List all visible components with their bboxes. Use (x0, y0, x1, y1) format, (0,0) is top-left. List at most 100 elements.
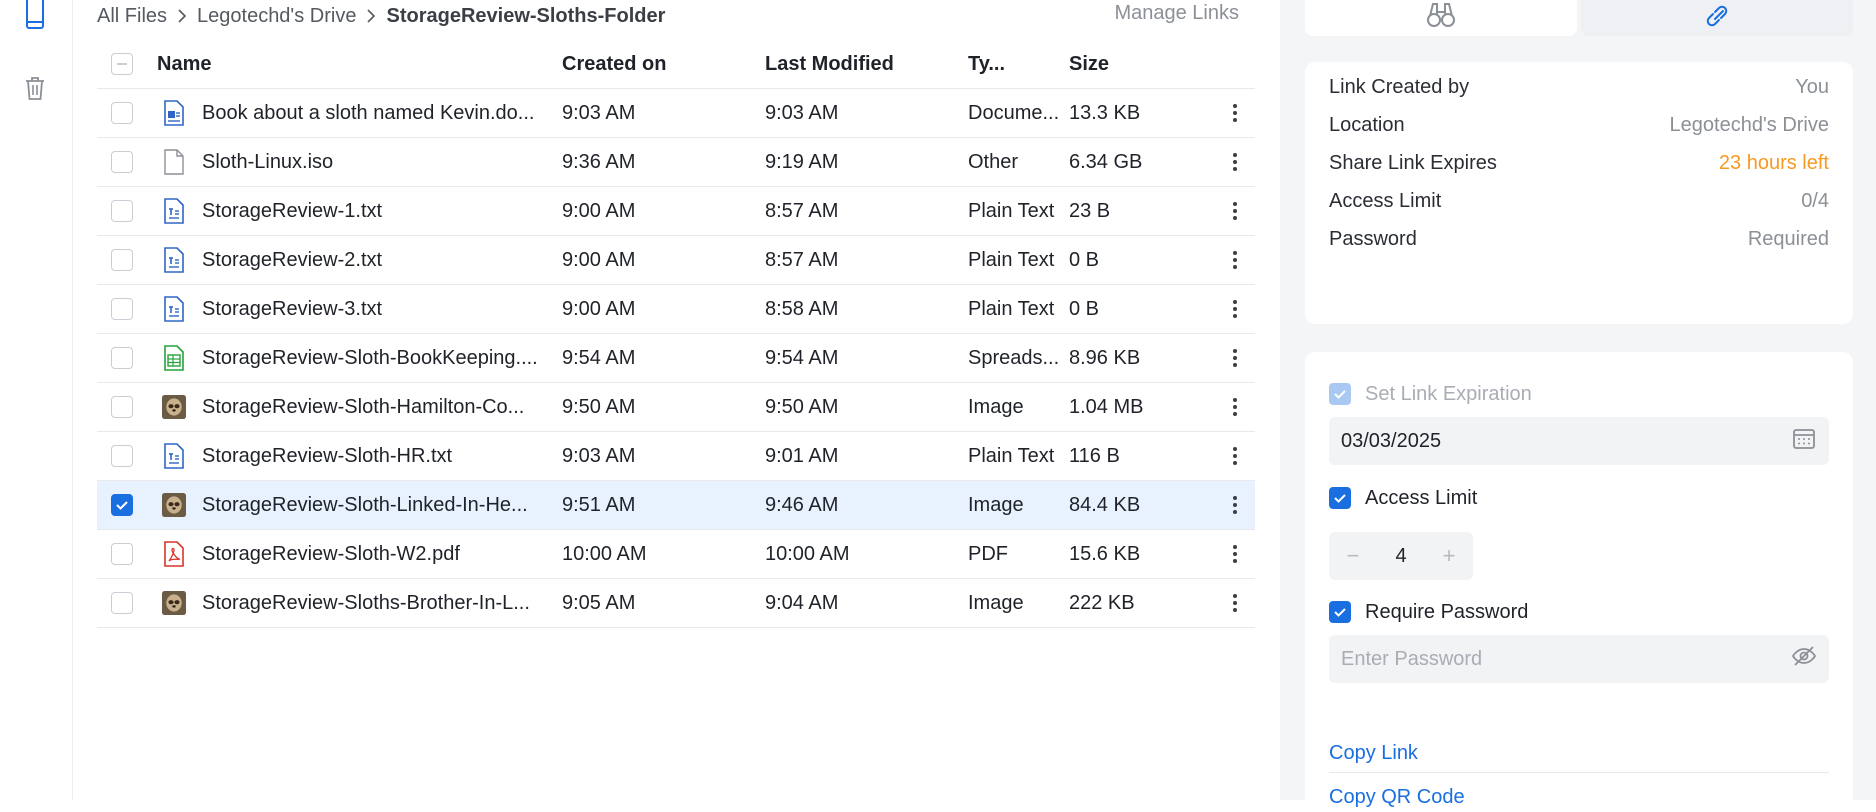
row-checkbox[interactable] (111, 89, 137, 137)
calendar-icon[interactable] (1791, 425, 1817, 457)
column-header-modified[interactable]: Last Modified (765, 40, 955, 88)
require-password-option: Require Password (1329, 597, 1528, 627)
text-file-icon (159, 285, 189, 333)
row-checkbox[interactable] (111, 481, 137, 529)
column-header-created[interactable]: Created on (562, 40, 752, 88)
file-name[interactable]: StorageReview-2.txt (202, 236, 542, 284)
row-checkbox[interactable] (111, 432, 137, 480)
row-checkbox[interactable] (111, 383, 137, 431)
file-size: 0 B (1069, 248, 1100, 271)
password-input[interactable]: Enter Password (1329, 635, 1829, 683)
row-checkbox[interactable] (111, 579, 137, 627)
file-name[interactable]: StorageReview-Sloth-BookKeeping.... (202, 334, 542, 382)
file-name[interactable]: StorageReview-Sloth-Linked-In-He... (202, 481, 542, 529)
breadcrumb-current-folder: StorageReview-Sloths-Folder (386, 4, 666, 27)
copy-qr-code-button[interactable]: Copy QR Code (1329, 786, 1465, 809)
expiration-date-value: 03/03/2025 (1341, 429, 1442, 452)
table-header: Name Created on Last Modified Ty... Size (97, 40, 1255, 89)
last-modified: 9:01 AM (765, 444, 839, 467)
info-label: Share Link Expires (1329, 151, 1497, 174)
link-info-card: Link Created by You Location Legotechd's… (1305, 62, 1853, 324)
table-row[interactable]: Book about a sloth named Kevin.do... 9:03… (97, 89, 1255, 138)
more-options-icon[interactable] (1225, 579, 1245, 627)
file-name[interactable]: Sloth-Linux.iso (202, 138, 542, 186)
row-checkbox[interactable] (111, 236, 137, 284)
tab-share-link[interactable] (1581, 0, 1853, 36)
file-type: Plain Text (968, 297, 1055, 320)
share-link-panel: Link Created by You Location Legotechd's… (1280, 0, 1876, 812)
created-on: 9:05 AM (562, 591, 636, 614)
row-checkbox[interactable] (111, 285, 137, 333)
row-checkbox[interactable] (111, 138, 137, 186)
table-row[interactable]: StorageReview-Sloth-HR.txt 9:03 AM 9:01 AM… (97, 432, 1255, 481)
table-row[interactable]: StorageReview-2.txt 9:00 AM 8:57 AM Plain T… (97, 236, 1255, 285)
set-expiration-checkbox[interactable] (1329, 383, 1351, 405)
require-password-checkbox[interactable] (1329, 601, 1351, 623)
column-header-name[interactable]: Name (157, 40, 497, 88)
more-options-icon[interactable] (1225, 236, 1245, 284)
more-options-icon[interactable] (1225, 89, 1245, 137)
more-options-icon[interactable] (1225, 383, 1245, 431)
breadcrumb-drive[interactable]: Legotechd's Drive (197, 5, 356, 28)
file-name[interactable]: StorageReview-Sloth-HR.txt (202, 432, 542, 480)
file-size: 13.3 KB (1069, 101, 1141, 124)
file-name[interactable]: StorageReview-Sloth-W2.pdf (202, 530, 542, 578)
more-options-icon[interactable] (1225, 334, 1245, 382)
file-size: 116 B (1069, 444, 1120, 467)
text-file-icon (159, 187, 189, 235)
link-settings-card: Set Link Expiration 03/03/2025 Access Li… (1305, 352, 1853, 812)
table-row[interactable]: StorageReview-1.txt 9:00 AM 8:57 AM Plain T… (97, 187, 1255, 236)
created-on: 9:51 AM (562, 493, 636, 516)
access-limit-checkbox[interactable] (1329, 487, 1351, 509)
binoculars-icon (1426, 2, 1456, 35)
drive-icon[interactable] (20, 0, 50, 30)
chevron-right-icon (167, 9, 197, 23)
require-password-label: Require Password (1365, 600, 1529, 623)
row-checkbox[interactable] (111, 334, 137, 382)
table-row[interactable]: Sloth-Linux.iso 9:36 AM 9:19 AM Other 6.34 G… (97, 138, 1255, 187)
set-expiration-option: Set Link Expiration (1329, 379, 1532, 409)
table-row[interactable]: StorageReview-Sloth-Hamilton-Co... 9:50 A… (97, 383, 1255, 432)
file-type: Docume... (968, 101, 1060, 124)
row-checkbox[interactable] (111, 530, 137, 578)
table-row[interactable]: StorageReview-3.txt 9:00 AM 8:58 AM Plain T… (97, 285, 1255, 334)
eye-off-icon[interactable] (1791, 643, 1817, 675)
more-options-icon[interactable] (1225, 187, 1245, 235)
file-name[interactable]: StorageReview-1.txt (202, 187, 542, 235)
table-row[interactable]: StorageReview-Sloth-BookKeeping.... 9:54 … (97, 334, 1255, 383)
file-name[interactable]: StorageReview-3.txt (202, 285, 542, 333)
file-name[interactable]: StorageReview-Sloths-Brother-In-L... (202, 579, 542, 627)
file-name[interactable]: Book about a sloth named Kevin.do... (202, 89, 542, 137)
more-options-icon[interactable] (1225, 530, 1245, 578)
manage-links-button[interactable]: Manage Links (1114, 2, 1239, 25)
copy-link-button[interactable]: Copy Link (1329, 742, 1418, 765)
table-row[interactable]: StorageReview-Sloths-Brother-In-L... 9:05… (97, 579, 1255, 628)
decrement-button[interactable]: − (1343, 543, 1363, 569)
select-all-checkbox[interactable] (111, 40, 137, 88)
tab-details[interactable] (1305, 0, 1577, 36)
file-type: Spreads... (968, 346, 1060, 369)
more-options-icon[interactable] (1225, 285, 1245, 333)
access-limit-value[interactable]: 4 (1395, 545, 1406, 568)
generic-file-icon (159, 138, 189, 186)
expiration-date-field[interactable]: 03/03/2025 (1329, 417, 1829, 465)
column-header-size[interactable]: Size (1069, 40, 1199, 88)
info-row-access-limit: Access Limit 0/4 (1329, 186, 1829, 216)
more-options-icon[interactable] (1225, 138, 1245, 186)
table-row[interactable]: StorageReview-Sloth-Linked-In-He... 9:51 … (97, 481, 1255, 530)
column-header-type[interactable]: Ty... (968, 40, 1060, 88)
created-on: 9:00 AM (562, 297, 636, 320)
more-options-icon[interactable] (1225, 481, 1245, 529)
breadcrumb-all-files[interactable]: All Files (97, 5, 167, 28)
info-row-password: Password Required (1329, 224, 1829, 254)
file-type: Plain Text (968, 199, 1055, 222)
trash-icon[interactable] (20, 73, 50, 103)
increment-button[interactable]: + (1439, 543, 1459, 569)
created-on: 9:54 AM (562, 346, 636, 369)
row-checkbox[interactable] (111, 187, 137, 235)
file-name[interactable]: StorageReview-Sloth-Hamilton-Co... (202, 383, 542, 431)
table-row[interactable]: StorageReview-Sloth-W2.pdf 10:00 AM 10:00 … (97, 530, 1255, 579)
file-type: Image (968, 395, 1024, 418)
more-options-icon[interactable] (1225, 432, 1245, 480)
file-type: Plain Text (968, 248, 1055, 271)
